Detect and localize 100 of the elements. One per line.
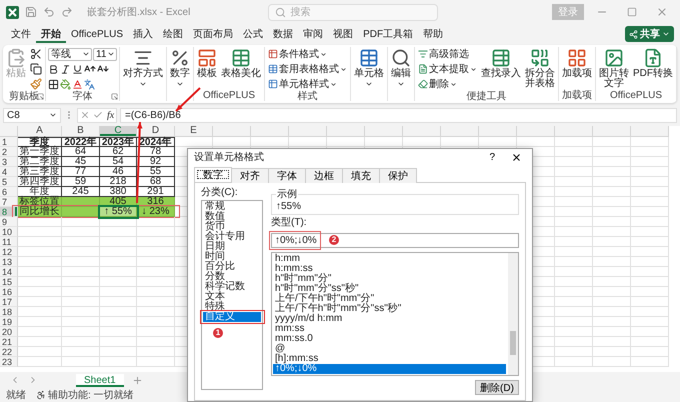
row-header[interactable]: 10: [0, 227, 18, 237]
maximize-icon[interactable]: [627, 7, 637, 17]
undo-icon[interactable]: [43, 6, 55, 18]
save-icon[interactable]: [25, 6, 37, 18]
menu-tab[interactable]: 视图: [328, 25, 358, 43]
row-header[interactable]: 18: [0, 307, 18, 317]
copy-icon[interactable]: [30, 63, 42, 75]
name-box[interactable]: C8: [3, 108, 61, 122]
row-header[interactable]: 20: [0, 327, 18, 337]
styles-menu-button[interactable]: 单元格样式: [267, 77, 348, 91]
row-header[interactable]: 13: [0, 257, 18, 267]
add-ins-button[interactable]: 加载项: [561, 47, 593, 80]
category-item[interactable]: 特殊: [203, 302, 261, 312]
help-button[interactable]: ?: [485, 152, 499, 162]
category-item[interactable]: 日期: [203, 242, 261, 252]
menu-tab[interactable]: 开始: [36, 25, 66, 43]
tool-menu-button[interactable]: 文本提取: [417, 62, 478, 76]
scrollbar[interactable]: [508, 253, 518, 375]
category-item[interactable]: 科学记数: [203, 282, 261, 292]
menu-tab[interactable]: 插入: [128, 25, 158, 43]
row-header[interactable]: 22: [0, 347, 18, 357]
formula-field[interactable]: =(C6-B6)/B6: [120, 108, 677, 122]
dialog-tab[interactable]: 字体: [268, 168, 306, 183]
menu-tab[interactable]: 审阅: [298, 25, 328, 43]
column-header[interactable]: [327, 126, 365, 137]
type-item[interactable]: mm:ss: [273, 324, 506, 334]
row-header[interactable]: 23: [0, 357, 18, 367]
category-item[interactable]: 会计专用: [203, 232, 261, 242]
row-header[interactable]: 8: [0, 207, 18, 217]
menu-tab[interactable]: 文件: [6, 25, 36, 43]
column-header[interactable]: [365, 126, 403, 137]
check-icon[interactable]: [93, 110, 104, 120]
type-item[interactable]: mm:ss.0: [273, 334, 506, 344]
phonetic-icon[interactable]: [84, 78, 95, 90]
row-header[interactable]: 4: [0, 167, 18, 177]
type-item[interactable]: h"时"mm"分"ss"秒": [273, 284, 506, 294]
column-header[interactable]: [631, 126, 669, 137]
row-header[interactable]: 1: [0, 137, 18, 147]
column-header[interactable]: [251, 126, 289, 137]
image-to-text-button[interactable]: 图片转文字: [598, 47, 630, 90]
borders-icon[interactable]: [48, 78, 59, 90]
column-header[interactable]: [517, 126, 555, 137]
font-size-select[interactable]: 11: [93, 48, 117, 60]
select-all-corner[interactable]: [0, 126, 18, 137]
menu-tab[interactable]: 页面布局: [188, 25, 238, 43]
category-item[interactable]: 分数: [203, 272, 261, 282]
styles-menu-button[interactable]: 条件格式: [267, 47, 348, 61]
type-item[interactable]: 上午/下午h"时"mm"分": [273, 294, 506, 304]
column-header[interactable]: [403, 126, 441, 137]
type-item[interactable]: @: [273, 344, 506, 354]
cells-button[interactable]: 单元格: [353, 47, 385, 89]
table-beautify-button[interactable]: 表格美化: [220, 47, 262, 80]
column-header[interactable]: [213, 126, 251, 137]
row-header[interactable]: 2: [0, 147, 18, 157]
cancel-icon[interactable]: [80, 110, 90, 120]
menu-tab[interactable]: 绘图: [158, 25, 188, 43]
column-header[interactable]: [289, 126, 327, 137]
row-header[interactable]: 3: [0, 157, 18, 167]
accessibility-status[interactable]: 辅助功能: 一切就绪: [36, 388, 134, 402]
font-name-select[interactable]: 等线: [48, 48, 92, 60]
type-item[interactable]: yyyy/m/d h:mm: [273, 314, 506, 324]
column-header[interactable]: [479, 126, 517, 137]
row-header[interactable]: 14: [0, 267, 18, 277]
row-header[interactable]: 6: [0, 187, 18, 197]
font-color-icon[interactable]: [72, 78, 83, 90]
category-item[interactable]: 文本: [203, 292, 261, 302]
insert-function-label[interactable]: fx: [106, 110, 114, 120]
bold-icon[interactable]: [48, 64, 59, 74]
dialog-tab[interactable]: 对齐: [231, 168, 269, 183]
lookup-entry-button[interactable]: 查找录入: [480, 47, 522, 80]
fill-color-icon[interactable]: [60, 78, 71, 90]
dialog-tab[interactable]: 边框: [305, 168, 343, 183]
category-item[interactable]: 常规: [203, 202, 261, 212]
styles-menu-button[interactable]: 套用表格格式: [267, 62, 348, 76]
column-header[interactable]: [555, 126, 593, 137]
menu-tab[interactable]: 帮助: [418, 25, 448, 43]
category-item[interactable]: 时间: [203, 252, 261, 262]
share-button[interactable]: 共享: [625, 26, 674, 42]
category-item[interactable]: 百分比: [203, 262, 261, 272]
type-item[interactable]: h:mm:ss: [273, 264, 506, 274]
launcher-icon[interactable]: [111, 93, 118, 100]
column-header[interactable]: D: [137, 126, 175, 137]
type-item[interactable]: [h]:mm:ss: [273, 354, 506, 364]
italic-icon[interactable]: [60, 64, 71, 74]
add-sheet-icon[interactable]: [132, 374, 143, 386]
scissors-icon[interactable]: [30, 48, 42, 60]
row-header[interactable]: 21: [0, 337, 18, 347]
number-button[interactable]: 数字: [169, 47, 191, 89]
menu-tab[interactable]: 数据: [268, 25, 298, 43]
row-header[interactable]: 16: [0, 287, 18, 297]
row-header[interactable]: 11: [0, 237, 18, 247]
row-header[interactable]: 19: [0, 317, 18, 327]
editing-button[interactable]: 编辑: [390, 47, 412, 89]
column-header[interactable]: [441, 126, 479, 137]
category-item[interactable]: 数值: [203, 212, 261, 222]
type-item[interactable]: h:mm: [273, 254, 506, 264]
redo-icon[interactable]: [61, 6, 73, 18]
dialog-tab[interactable]: 保护: [379, 168, 417, 183]
menu-tab[interactable]: OfficePLUS: [66, 26, 128, 42]
dialog-tab[interactable]: 填充: [342, 168, 380, 183]
